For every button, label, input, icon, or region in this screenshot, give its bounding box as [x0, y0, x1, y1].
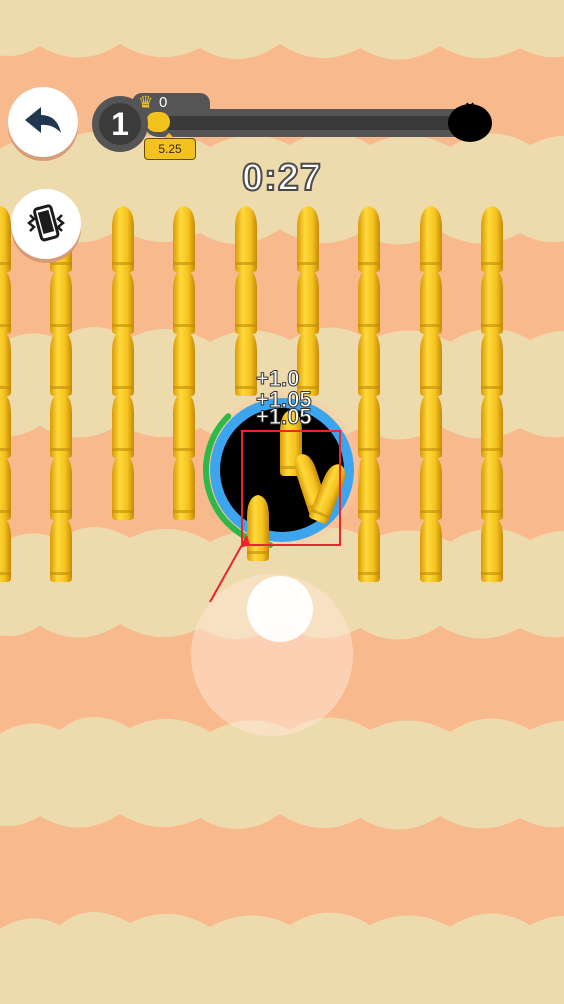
bullet-object — [297, 206, 319, 272]
bullet-object — [0, 330, 11, 396]
level-progress-bar — [150, 116, 480, 130]
game-world — [0, 0, 564, 1004]
bullet-object — [112, 268, 134, 334]
bullet-object — [50, 330, 72, 396]
bullet-object — [481, 330, 503, 396]
bullet-object — [112, 392, 134, 458]
hole-size-tag: 5.25 — [144, 138, 196, 160]
bullet-object — [481, 206, 503, 272]
bullet-object — [112, 330, 134, 396]
virtual-joystick — [191, 574, 353, 736]
countdown-timer: 0:27 — [241, 156, 323, 200]
bullet-object — [481, 392, 503, 458]
bullet-object — [235, 268, 257, 334]
bullet-object — [297, 268, 319, 334]
level-number: 1 — [99, 103, 141, 145]
bullet-object — [50, 392, 72, 458]
bullet-object — [481, 516, 503, 582]
bullet-object — [481, 268, 503, 334]
back-arrow-icon — [25, 107, 61, 133]
bullet-object — [173, 268, 195, 334]
bullet-object — [112, 454, 134, 520]
bullet-object — [358, 392, 380, 458]
bullet-object — [50, 516, 72, 582]
bullet-object — [173, 330, 195, 396]
bullet-object — [0, 454, 11, 520]
score-popup: +1.05 — [256, 404, 313, 430]
bullet-object — [358, 268, 380, 334]
bullet-object — [173, 392, 195, 458]
bullet-object — [0, 392, 11, 458]
bullet-object — [420, 454, 442, 520]
bullet-object — [173, 454, 195, 520]
bullet-object — [173, 206, 195, 272]
player-progress-marker — [146, 112, 170, 132]
bullet-object — [235, 330, 257, 396]
level-badge: 1 — [92, 96, 148, 152]
joystick-knob — [247, 576, 313, 642]
bullet-object — [358, 454, 380, 520]
bullet-object — [420, 392, 442, 458]
back-button[interactable] — [8, 87, 78, 157]
bullet-object — [0, 516, 11, 582]
bullet-object — [112, 206, 134, 272]
bullet-object — [358, 516, 380, 582]
bullet-object — [50, 268, 72, 334]
bullet-object — [420, 206, 442, 272]
bullet-object — [358, 206, 380, 272]
bullet-object — [50, 454, 72, 520]
bullet-object — [420, 516, 442, 582]
bullet-object — [235, 206, 257, 272]
vibrate-toggle-button[interactable] — [11, 189, 81, 259]
black-hole-icon — [448, 102, 492, 142]
bullet-object — [481, 454, 503, 520]
bullet-object — [420, 268, 442, 334]
bullet-object — [420, 330, 442, 396]
bullet-object — [358, 330, 380, 396]
bullet-object — [0, 206, 11, 272]
bullet-object — [0, 268, 11, 334]
crown-count: 0 — [159, 94, 168, 111]
vibrate-phone-icon — [26, 204, 66, 242]
